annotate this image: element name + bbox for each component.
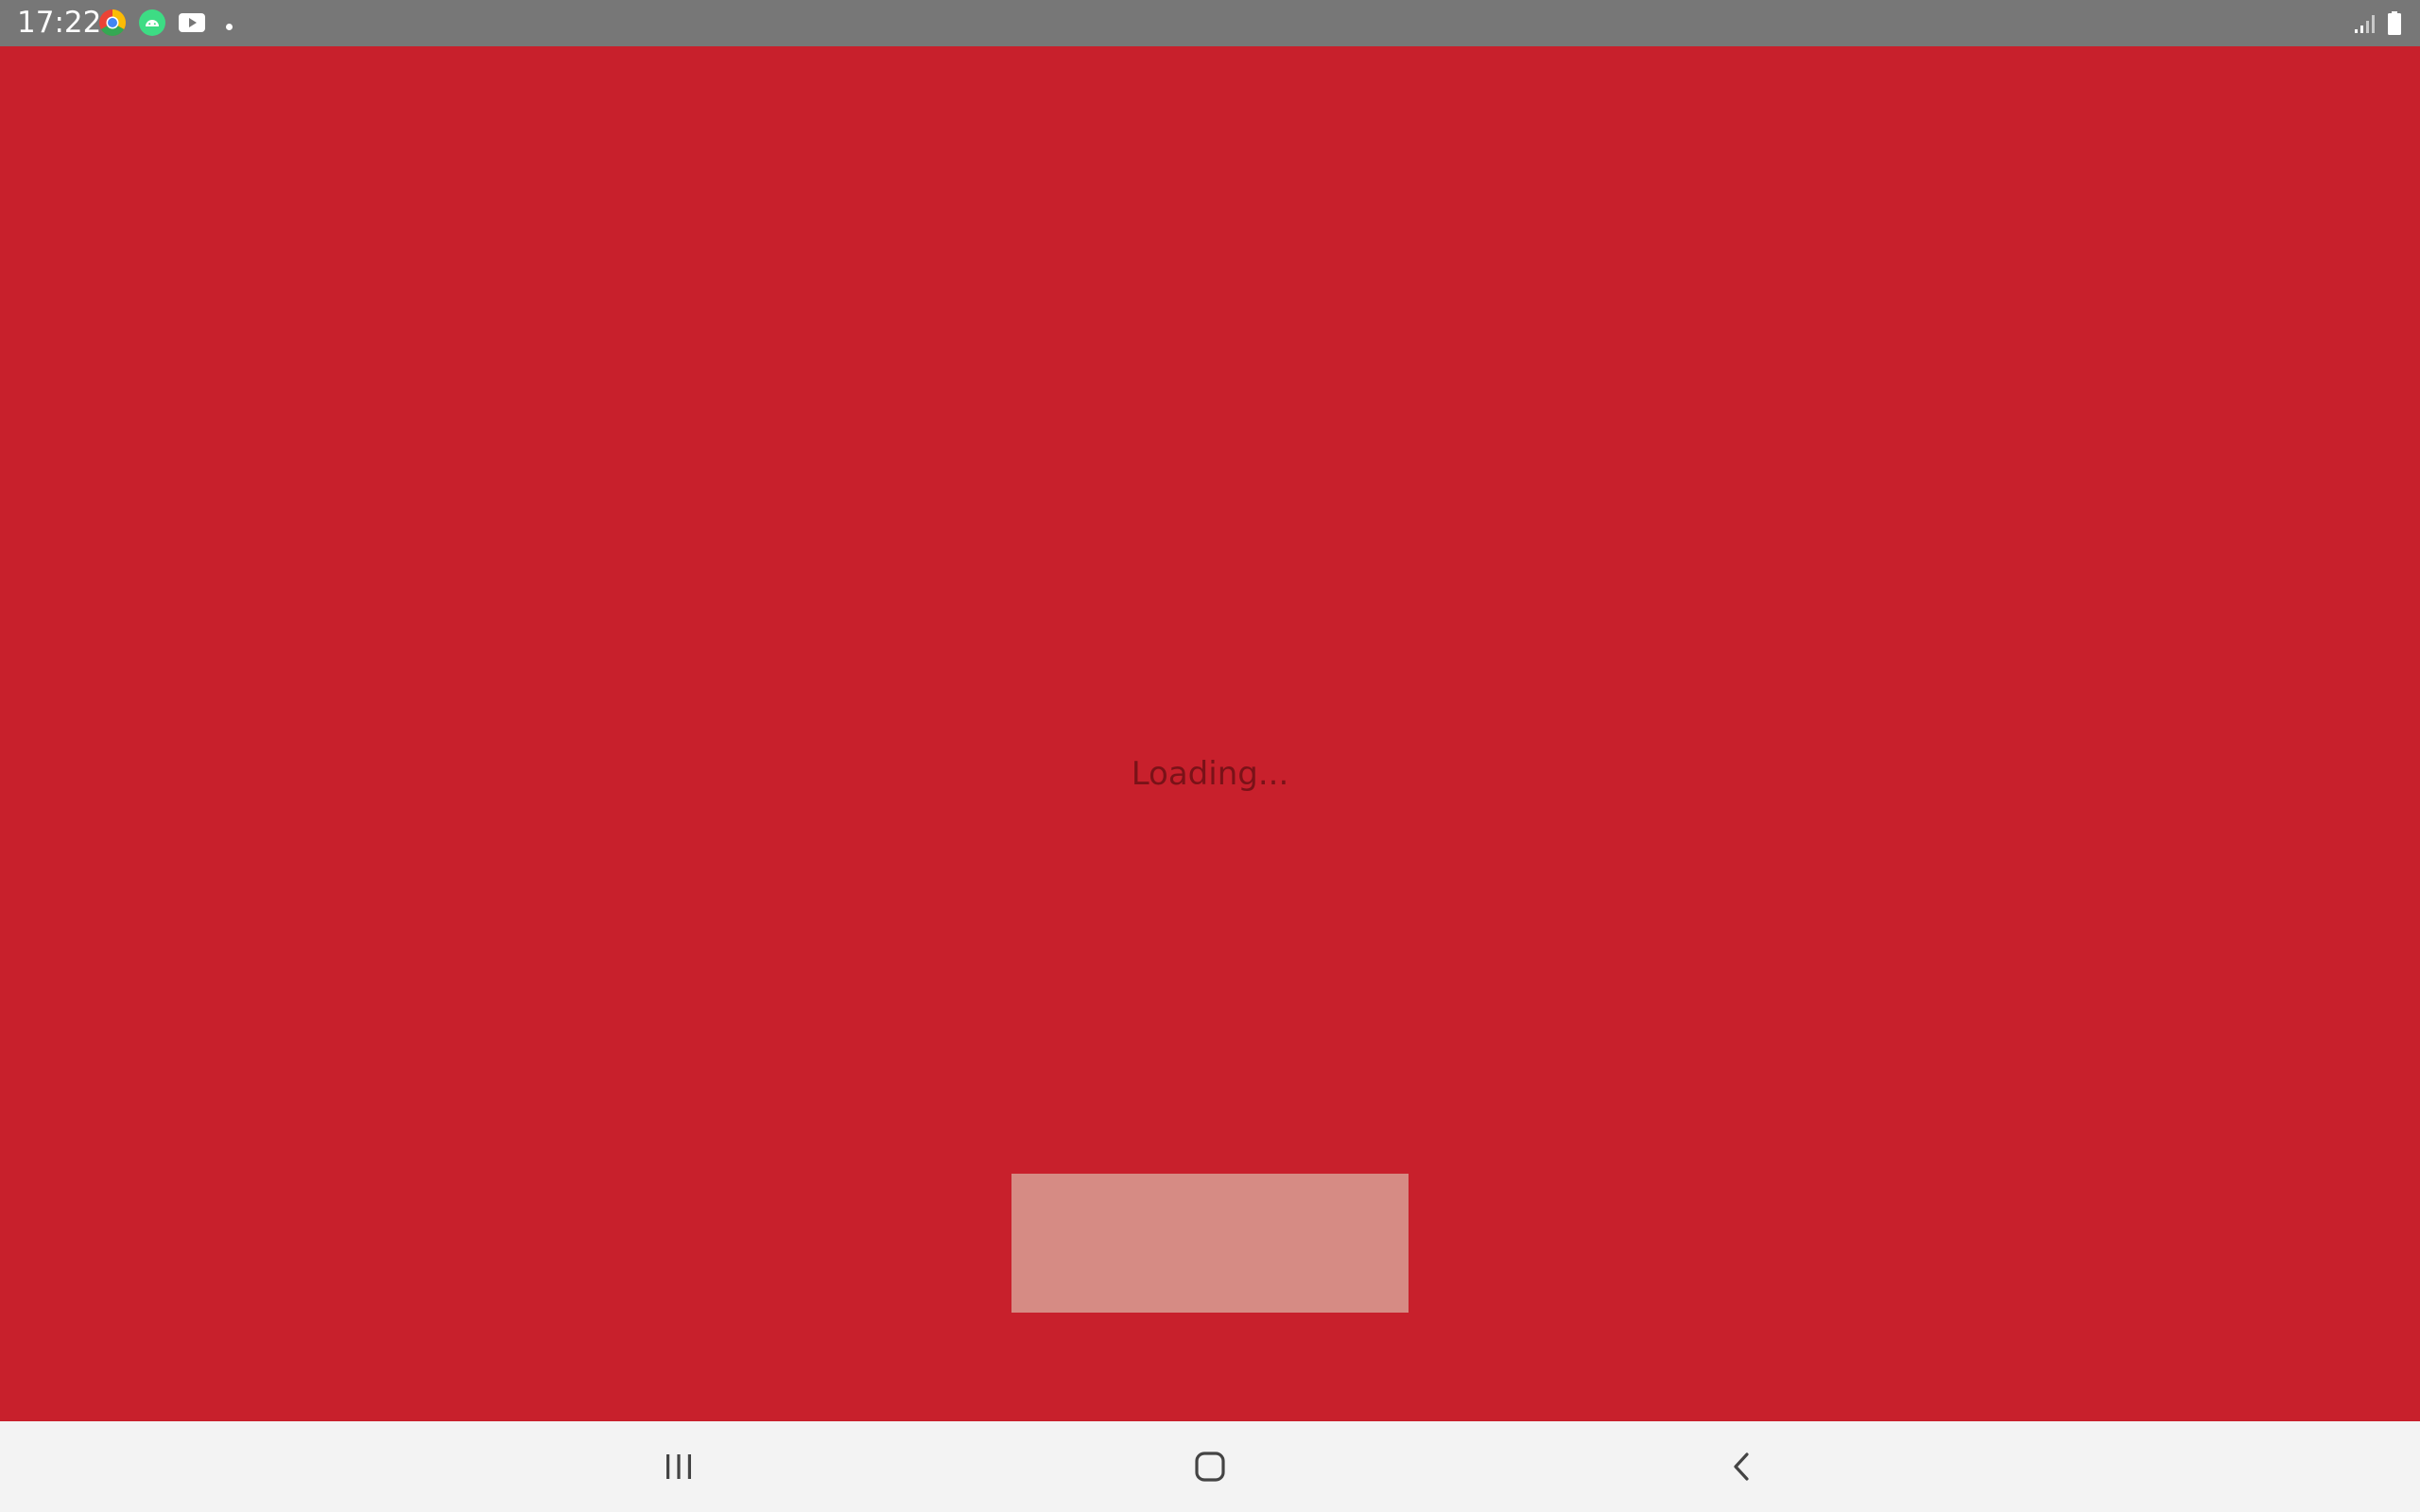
android-icon bbox=[138, 9, 166, 37]
recents-button[interactable] bbox=[650, 1438, 707, 1495]
navigation-bar bbox=[0, 1421, 2420, 1512]
loading-placeholder-block bbox=[1011, 1174, 1409, 1313]
home-button[interactable] bbox=[1182, 1438, 1238, 1495]
recents-icon bbox=[666, 1454, 691, 1479]
status-time: 17:22 bbox=[17, 6, 102, 40]
chrome-icon bbox=[98, 9, 127, 37]
signal-icon bbox=[2354, 13, 2377, 34]
app-loading-screen: Loading... bbox=[0, 46, 2420, 1421]
home-icon bbox=[1195, 1452, 1225, 1482]
more-notifications-dot-icon bbox=[225, 19, 233, 30]
loading-text: Loading... bbox=[1131, 755, 1289, 793]
status-bar: 17:22 bbox=[0, 0, 2420, 46]
back-button[interactable] bbox=[1713, 1438, 1770, 1495]
battery-icon bbox=[2388, 11, 2401, 35]
youtube-icon bbox=[178, 9, 206, 37]
back-icon bbox=[1734, 1452, 1749, 1481]
screen: 17:22 Loading... bbox=[0, 0, 2420, 1512]
